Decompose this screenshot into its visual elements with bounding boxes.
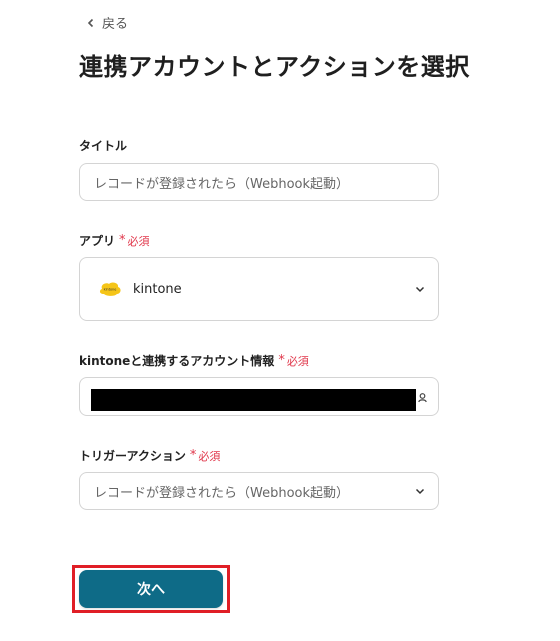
chevron-down-icon bbox=[415, 286, 425, 293]
app-select-value: kintone bbox=[133, 281, 182, 297]
required-marker: * 必須 bbox=[278, 353, 309, 368]
trigger-action-select[interactable]: レコードが登録されたら（Webhook起動） bbox=[79, 472, 439, 510]
back-label: 戻る bbox=[102, 17, 129, 32]
title-field-label: タイトル bbox=[79, 139, 128, 153]
back-link[interactable]: 戻る bbox=[86, 13, 128, 32]
page-title: 連携アカウントとアクションを選択 bbox=[79, 53, 470, 81]
account-icon bbox=[418, 393, 427, 403]
account-select[interactable] bbox=[79, 377, 439, 416]
chevron-left-icon bbox=[87, 18, 94, 27]
chevron-down-icon bbox=[415, 488, 425, 495]
trigger-action-select-value: レコードが登録されたら（Webhook起動） bbox=[94, 485, 350, 501]
next-button[interactable]: 次へ bbox=[79, 570, 223, 608]
title-input-value: レコードが登録されたら（Webhook起動） bbox=[94, 176, 350, 192]
required-marker: * 必須 bbox=[119, 233, 150, 248]
svg-text:kintone: kintone bbox=[104, 288, 117, 292]
required-marker: * 必須 bbox=[189, 448, 221, 463]
kintone-logo: kintone bbox=[99, 282, 121, 296]
app-field-label: アプリ * 必須 bbox=[79, 233, 150, 248]
app-select[interactable]: kintone kintone bbox=[79, 257, 439, 321]
trigger-action-field-label: トリガーアクション * 必須 bbox=[79, 448, 221, 463]
account-field-label: kintoneと連携するアカウント情報 * 必須 bbox=[79, 353, 309, 368]
redacted-account-value bbox=[91, 389, 416, 411]
title-input[interactable]: レコードが登録されたら（Webhook起動） bbox=[79, 163, 439, 201]
